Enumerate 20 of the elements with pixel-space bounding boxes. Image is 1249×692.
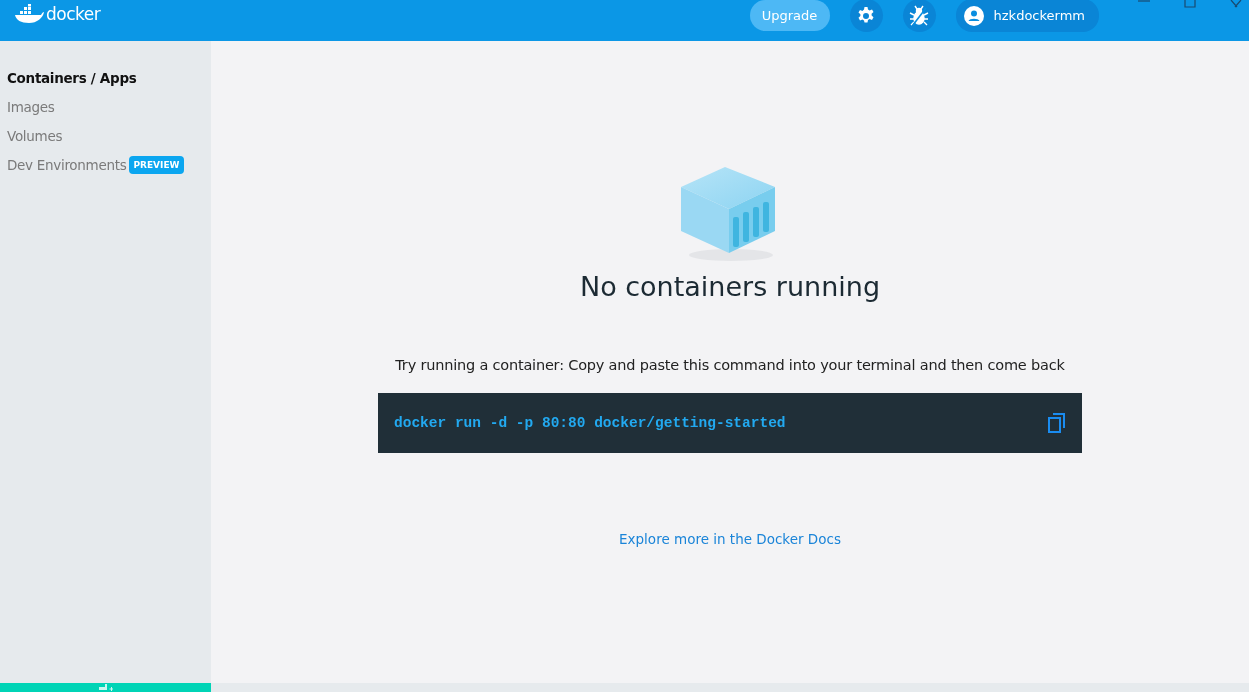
preview-badge: PREVIEW bbox=[129, 155, 184, 174]
sidebar-item[interactable]: Dev Environments bbox=[7, 156, 127, 173]
bug-icon bbox=[909, 4, 930, 27]
close-icon[interactable] bbox=[1229, 0, 1243, 8]
sidebar-item[interactable]: Volumes bbox=[7, 127, 63, 144]
bug-report-button[interactable] bbox=[902, 0, 936, 32]
empty-state-title: No containers running bbox=[579, 271, 881, 302]
whale-logo-icon bbox=[14, 3, 44, 24]
whale-status-icon bbox=[98, 684, 113, 692]
copy-icon[interactable] bbox=[1048, 413, 1066, 433]
settings-button[interactable] bbox=[849, 0, 883, 32]
user-avatar-icon bbox=[963, 5, 984, 26]
upgrade-button[interactable]: Upgrade bbox=[749, 0, 830, 31]
sidebar-item[interactable]: Images bbox=[7, 98, 55, 115]
docs-link[interactable]: Explore more in the Docker Docs bbox=[619, 531, 841, 547]
command-text: docker run -d -p 80:80 docker/getting-started bbox=[394, 415, 786, 431]
instruction-text: Try running a container: Copy and paste this command into your terminal and then come back bbox=[395, 357, 1065, 373]
logo-text: docker bbox=[46, 3, 101, 24]
sidebar-item[interactable]: Containers / Apps bbox=[7, 69, 137, 86]
account-button[interactable]: hzkdockermm bbox=[955, 0, 1099, 32]
